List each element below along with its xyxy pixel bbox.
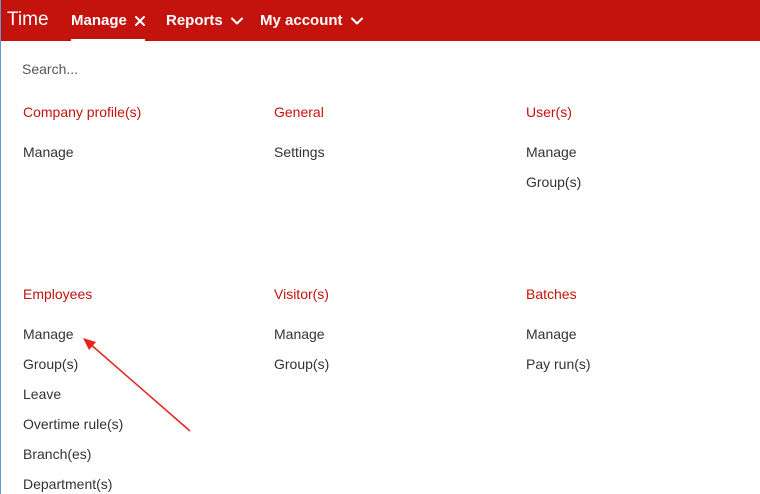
chevron-down-icon	[230, 17, 243, 24]
section-title-general: General	[274, 104, 324, 120]
nav-manage[interactable]: Manage	[71, 0, 145, 41]
section-title-company-profiles: Company profile(s)	[23, 104, 142, 120]
nav-reports[interactable]: Reports	[166, 0, 243, 41]
section-title-employees: Employees	[23, 286, 93, 302]
link-employees-groups[interactable]: Group(s)	[23, 356, 78, 372]
nav-my-account[interactable]: My account	[260, 0, 363, 41]
search-input[interactable]	[22, 58, 322, 80]
section-title-users: User(s)	[526, 104, 572, 120]
top-navbar: Time Manage Reports My account	[1, 0, 760, 41]
active-tab-underline	[71, 39, 145, 41]
link-users-manage[interactable]: Manage	[526, 144, 577, 160]
section-title-visitors: Visitor(s)	[274, 286, 329, 302]
link-visitors-groups[interactable]: Group(s)	[274, 356, 329, 372]
section-title-batches: Batches	[526, 286, 577, 302]
chevron-down-icon	[350, 17, 363, 24]
nav-manage-label: Manage	[71, 12, 127, 29]
nav-my-account-label: My account	[260, 12, 343, 29]
link-batches-pay-runs[interactable]: Pay run(s)	[526, 356, 591, 372]
close-icon[interactable]	[134, 15, 145, 26]
link-users-groups[interactable]: Group(s)	[526, 174, 581, 190]
link-employees-departments[interactable]: Department(s)	[23, 476, 112, 492]
link-batches-manage[interactable]: Manage	[526, 326, 577, 342]
link-employees-leave[interactable]: Leave	[23, 386, 61, 402]
link-visitors-manage[interactable]: Manage	[274, 326, 325, 342]
app-brand[interactable]: Time	[7, 9, 49, 31]
link-employees-branches[interactable]: Branch(es)	[23, 446, 91, 462]
nav-reports-label: Reports	[166, 12, 223, 29]
link-employees-manage[interactable]: Manage	[23, 326, 74, 342]
app-frame: Time Manage Reports My account Company p…	[0, 0, 760, 494]
link-company-profiles-manage[interactable]: Manage	[23, 144, 74, 160]
link-general-settings[interactable]: Settings	[274, 144, 325, 160]
link-employees-overtime-rules[interactable]: Overtime rule(s)	[23, 416, 123, 432]
